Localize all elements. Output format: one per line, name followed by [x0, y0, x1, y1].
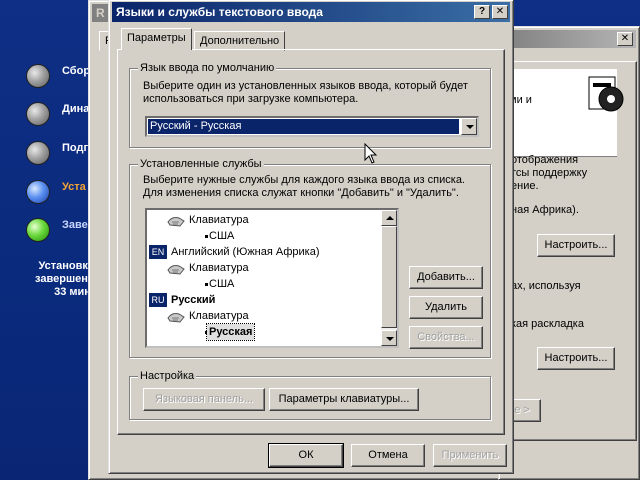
- scroll-down-icon[interactable]: [381, 330, 397, 346]
- language-badge-icon: EN: [149, 245, 167, 259]
- installed-services-tree[interactable]: Клавиатура США EN Английский (Южная Афри…: [145, 208, 399, 348]
- default-language-desc-2: использоваться при загрузке компьютера.: [143, 93, 359, 105]
- step-done-icon: [26, 102, 50, 126]
- cd-box-icon: [588, 76, 624, 112]
- step-pending-icon: [26, 218, 50, 242]
- bw-text-5: ная Африка).: [511, 204, 579, 216]
- cancel-button[interactable]: Отмена: [351, 444, 425, 467]
- scroll-thumb[interactable]: [381, 226, 397, 328]
- default-language-value: Русский - Русская: [148, 119, 459, 134]
- ok-button[interactable]: ОК: [268, 443, 344, 468]
- bw-text-6: ах, используя: [511, 280, 581, 292]
- tab-advanced[interactable]: Дополнительно: [194, 31, 286, 51]
- dialog-titlebar: Языки и службы текстового ввода ? ✕: [112, 2, 510, 22]
- installed-desc-1: Выберите нужные службы для каждого языка…: [143, 174, 465, 186]
- back-window-2-titlebar: ✕: [502, 30, 636, 48]
- remove-button[interactable]: Удалить: [409, 296, 483, 319]
- keyboard-icon: [167, 217, 185, 227]
- apply-button[interactable]: Применить: [433, 444, 507, 467]
- help-icon[interactable]: ?: [474, 5, 490, 19]
- dropdown-arrow-icon[interactable]: [461, 118, 477, 135]
- back-window-text-services: ✕ ми и отображения тсы поддержку ение. н…: [498, 26, 640, 480]
- installed-services-group-label: Установленные службы: [138, 157, 264, 171]
- step-done-icon: [26, 64, 50, 88]
- step-done-icon: [26, 141, 50, 165]
- step-active-icon: [26, 180, 50, 204]
- add-button[interactable]: Добавить...: [409, 266, 483, 289]
- bw-text-3: тсы поддержку: [511, 167, 588, 179]
- close-icon[interactable]: ✕: [617, 32, 633, 46]
- properties-button[interactable]: Свойства...: [409, 326, 483, 349]
- configure-button-2[interactable]: Настроить...: [537, 347, 615, 370]
- close-icon[interactable]: ✕: [492, 5, 508, 19]
- text-services-dialog: Языки и службы текстового ввода ? ✕ Пара…: [108, 0, 514, 474]
- bw-text-2: отображения: [511, 154, 579, 166]
- bw-text-7: кая раскладка: [511, 318, 584, 330]
- dialog-title: Языки и службы текстового ввода: [116, 5, 323, 19]
- tab-parameters[interactable]: Параметры: [121, 28, 192, 50]
- keyboard-icon: [167, 265, 185, 275]
- key-settings-button[interactable]: Параметры клавиатуры...: [269, 388, 419, 411]
- bullet-icon: [205, 283, 208, 286]
- default-language-desc-1: Выберите один из установленных языков вв…: [143, 80, 468, 92]
- bw-text-4: ение.: [511, 180, 539, 192]
- language-badge-icon: RU: [149, 293, 167, 307]
- default-language-group-label: Язык ввода по умолчанию: [138, 61, 277, 75]
- configure-button[interactable]: Настроить...: [537, 234, 615, 257]
- tree-scrollbar[interactable]: [381, 210, 397, 346]
- language-bar-button[interactable]: Языковая панель...: [143, 388, 265, 411]
- installed-desc-2: Для изменения списка служат кнопки "Доба…: [143, 187, 459, 199]
- time-remaining: Установка завершена 33 мин.: [35, 260, 94, 298]
- settings-group-label: Настройка: [138, 369, 197, 383]
- keyboard-icon: [167, 313, 185, 323]
- default-language-select[interactable]: Русский - Русская: [145, 116, 479, 137]
- scroll-up-icon[interactable]: [381, 210, 397, 226]
- bullet-icon: [205, 235, 208, 238]
- mouse-pointer-icon: [364, 143, 378, 164]
